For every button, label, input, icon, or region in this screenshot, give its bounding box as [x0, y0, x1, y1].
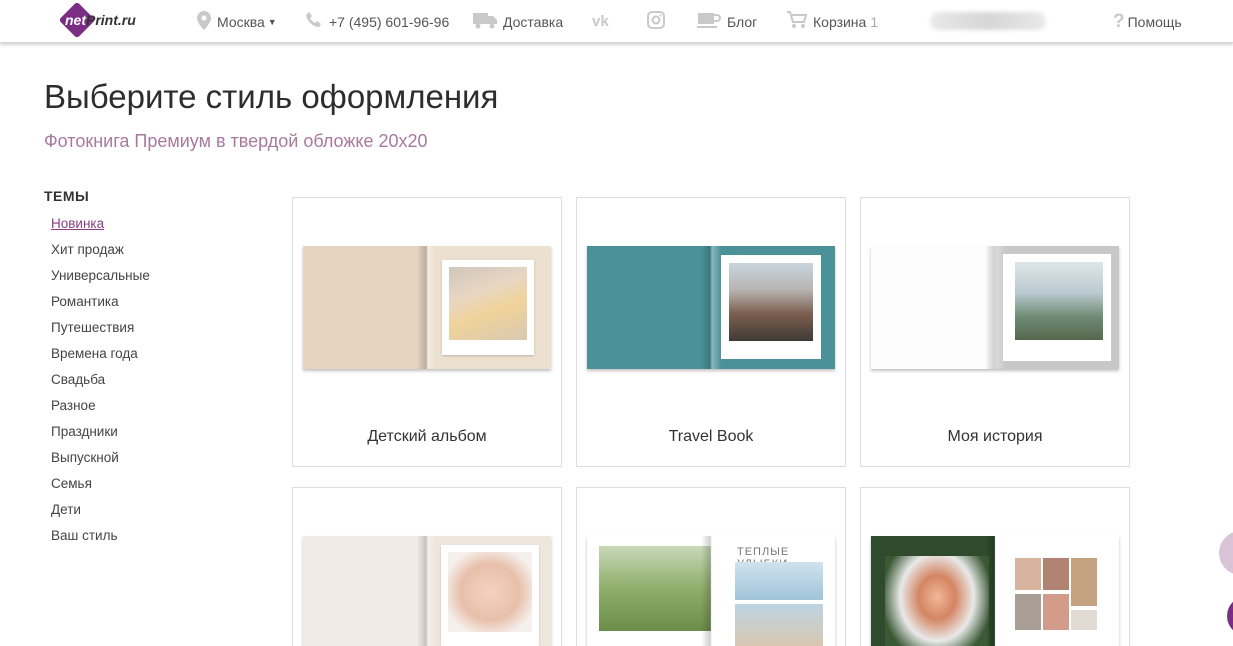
- book-preview: [871, 246, 1119, 369]
- chevron-down-icon: ▼: [267, 16, 277, 27]
- phone-link[interactable]: +7 (495) 601-96-96: [305, 0, 449, 43]
- cart-count: 1: [870, 13, 879, 30]
- theme-item-wedding[interactable]: Свадьба: [51, 370, 150, 396]
- book-preview: [871, 536, 1119, 646]
- book-preview: [303, 246, 551, 369]
- style-card-my-story[interactable]: Моя история: [860, 197, 1130, 467]
- collage-photo: [1043, 594, 1069, 630]
- location-pin-icon: [197, 10, 211, 33]
- family-field-photo: [599, 546, 711, 631]
- theme-item-your-style[interactable]: Ваш стиль: [51, 526, 150, 552]
- theme-item-bestsellers[interactable]: Хит продаж: [51, 240, 150, 266]
- cart-label: Корзина: [813, 13, 867, 30]
- theme-item-holidays[interactable]: Праздники: [51, 422, 150, 448]
- collage-photo: [1071, 610, 1097, 630]
- blog-link[interactable]: Блог: [697, 0, 757, 43]
- beach-photo: [735, 604, 823, 646]
- theme-item-travel[interactable]: Путешествия: [51, 318, 150, 344]
- collage-photo: [1015, 558, 1041, 590]
- mountain-photo: [1015, 262, 1103, 340]
- style-card-kids-album[interactable]: Детский альбом: [292, 197, 562, 467]
- theme-item-family[interactable]: Семья: [51, 474, 150, 500]
- floating-widget-light[interactable]: [1219, 531, 1233, 575]
- cart-link[interactable]: Корзина 1: [787, 0, 878, 43]
- chat-button[interactable]: [1227, 596, 1233, 636]
- instagram-icon: [647, 11, 665, 32]
- vk-icon: vk: [592, 13, 609, 30]
- themes-heading: ТЕМЫ: [44, 188, 90, 204]
- card-label: Детский альбом: [367, 428, 487, 445]
- cart-icon: [787, 11, 808, 32]
- city-label: Москва: [217, 13, 265, 30]
- theme-item-universal[interactable]: Универсальные: [51, 266, 150, 292]
- theme-item-misc[interactable]: Разное: [51, 396, 150, 422]
- page-subtitle: Фотокнига Премиум в твердой обложке 20х2…: [44, 131, 428, 151]
- truck-icon: [473, 12, 497, 32]
- site-logo[interactable]: net Print.ru: [58, 1, 136, 39]
- woman-portrait-photo: [885, 556, 989, 646]
- style-card-warm-smiles[interactable]: ТЕПЛЫЕ УЛЫБКИ: [576, 487, 846, 646]
- book-preview: ТЕПЛЫЕ УЛЫБКИ: [587, 536, 835, 646]
- style-card-portrait[interactable]: [860, 487, 1130, 646]
- delivery-label: Доставка: [503, 13, 564, 30]
- theme-item-kids[interactable]: Дети: [51, 500, 150, 526]
- child-photo: [735, 562, 823, 600]
- vk-link[interactable]: vk: [592, 0, 609, 43]
- user-account-blurred[interactable]: [930, 12, 1046, 30]
- question-icon: ?: [1113, 10, 1125, 32]
- logo-prefix: net: [65, 12, 86, 28]
- delivery-link[interactable]: Доставка: [473, 0, 563, 43]
- book-preview: [303, 536, 551, 646]
- collage-photo: [1015, 594, 1041, 630]
- help-label: Помощь: [1127, 13, 1182, 30]
- collage-photo: [1071, 558, 1097, 606]
- baby-photo: [449, 267, 527, 340]
- theme-item-new[interactable]: Новинка: [51, 214, 150, 240]
- coffee-cup-icon: [697, 11, 721, 32]
- book-preview: [587, 246, 835, 369]
- page-title: Выберите стиль оформления: [44, 78, 499, 115]
- phone-number: +7 (495) 601-96-96: [329, 13, 450, 30]
- theme-item-seasons[interactable]: Времена года: [51, 344, 150, 370]
- help-link[interactable]: ? Помощь: [1113, 0, 1182, 43]
- phone-icon: [305, 11, 323, 32]
- card-label: Моя история: [947, 428, 1043, 445]
- instagram-link[interactable]: [647, 0, 665, 43]
- top-header: net Print.ru Москва ▼ +7 (495) 601-96-96…: [0, 0, 1233, 43]
- themes-list: Новинка Хит продаж Универсальные Романти…: [51, 214, 150, 552]
- city-selector[interactable]: Москва ▼: [197, 0, 277, 43]
- style-card-travel-book[interactable]: Travel Book: [576, 197, 846, 467]
- logo-suffix: Print.ru: [86, 12, 136, 28]
- style-card-newborn[interactable]: [292, 487, 562, 646]
- newborn-photo: [448, 552, 532, 632]
- theme-item-romance[interactable]: Романтика: [51, 292, 150, 318]
- card-label: Travel Book: [668, 428, 754, 445]
- couple-photo: [729, 263, 813, 341]
- theme-item-graduation[interactable]: Выпускной: [51, 448, 150, 474]
- collage-photo: [1043, 558, 1069, 590]
- blog-label: Блог: [727, 13, 758, 30]
